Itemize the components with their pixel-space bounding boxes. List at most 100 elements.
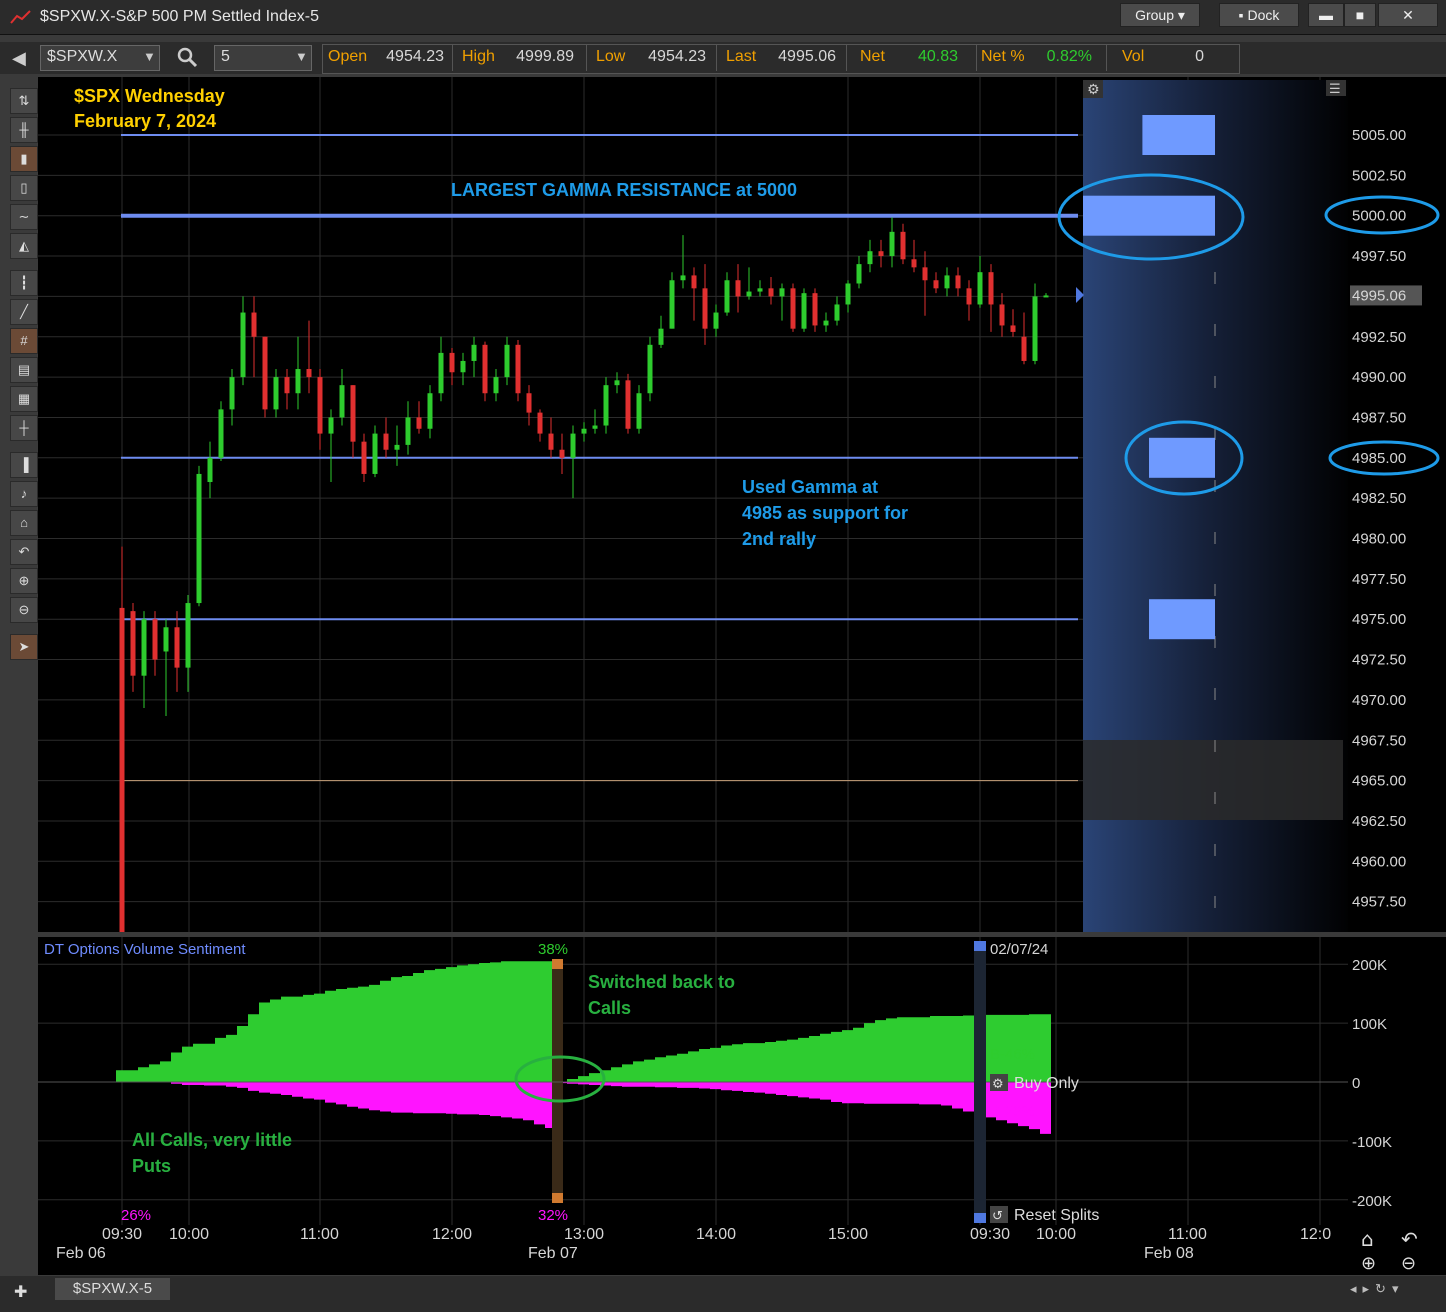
- area-style-icon[interactable]: ◭: [10, 233, 38, 259]
- time-label: 09:30: [102, 1226, 142, 1243]
- annotation-gamma-support-1: Used Gamma at: [742, 477, 878, 497]
- time-label: 10:00: [169, 1226, 209, 1243]
- candle-body: [856, 264, 862, 284]
- candle-body: [284, 377, 290, 394]
- price-axis-label: 5005.00: [1352, 127, 1406, 144]
- netpct-label: Net %: [981, 48, 1025, 65]
- split-icon[interactable]: ┼: [10, 415, 38, 441]
- candle-body: [878, 251, 884, 257]
- sentiment-axis-label: -200K: [1352, 1193, 1392, 1210]
- split-handle-bottom[interactable]: [974, 1213, 986, 1223]
- hollow-candle-icon[interactable]: ▯: [10, 175, 38, 201]
- candle-body: [944, 275, 950, 289]
- symbol-input[interactable]: $SPXW.X ▼: [40, 45, 160, 71]
- tab-spxw[interactable]: $SPXW.X-5: [55, 1278, 170, 1300]
- open-label: Open: [328, 48, 368, 65]
- candle-body: [130, 611, 136, 676]
- price-chart[interactable]: 5005.00 5002.50 5000.00 4997.50 4995.06 4992.…: [38, 77, 1446, 932]
- note-icon[interactable]: ♪: [10, 481, 38, 507]
- indicator-title: DT Options Volume Sentiment: [44, 941, 246, 958]
- candle-body: [196, 473, 202, 604]
- zoom-out-icon[interactable]: ⊖: [10, 597, 38, 623]
- high-label: High: [462, 48, 495, 65]
- scroll-end-icon[interactable]: ▐: [10, 452, 38, 478]
- zoom-out-icon[interactable]: ⊖: [1401, 1253, 1416, 1274]
- zoom-in-icon[interactable]: ⊕: [1361, 1253, 1376, 1274]
- net-label: Net: [860, 48, 885, 65]
- candle-body: [141, 619, 147, 676]
- chart-title: $SPX Wednesday: [74, 86, 225, 106]
- candle-body: [790, 288, 796, 329]
- line-style-icon[interactable]: ∼: [10, 204, 38, 230]
- undo-icon[interactable]: ↶: [1401, 1227, 1418, 1251]
- zoom-in-icon[interactable]: ⊕: [10, 568, 38, 594]
- candlestick-style-icon[interactable]: ▮: [10, 146, 38, 172]
- gear-icon: ⚙: [992, 1077, 1004, 1092]
- search-icon[interactable]: [176, 46, 198, 68]
- candle-body: [174, 627, 180, 668]
- candle-body: [757, 288, 763, 292]
- volume-profile-icon[interactable]: ┇: [10, 270, 38, 296]
- time-label: 14:00: [696, 1226, 736, 1243]
- buy-only-label: Buy Only: [1014, 1075, 1079, 1092]
- gamma-bar: [1142, 115, 1215, 155]
- home-icon[interactable]: ⌂: [10, 510, 38, 536]
- reset-splits-label: Reset Splits: [1014, 1207, 1099, 1224]
- candle-body: [482, 344, 488, 394]
- annotation-all-calls-1: All Calls, very little: [132, 1130, 292, 1150]
- price-axis-label: 4997.50: [1352, 248, 1406, 265]
- group-button[interactable]: Group ▾: [1120, 3, 1200, 27]
- minimize-button[interactable]: ▬: [1308, 3, 1344, 27]
- split-top-pct: 38%: [538, 941, 568, 958]
- time-label: 12:00: [432, 1226, 472, 1243]
- candle-body: [614, 380, 620, 386]
- menu-icon-glyph: ☰: [1329, 82, 1341, 97]
- split-handle-top[interactable]: [974, 941, 986, 951]
- time-label: 09:30: [970, 1226, 1010, 1243]
- trendline-icon[interactable]: ╱: [10, 299, 38, 325]
- price-axis-label: 4972.50: [1352, 652, 1406, 669]
- window-grid-icon[interactable]: ▦: [10, 386, 38, 412]
- interval-select[interactable]: 5 ▼: [214, 45, 312, 71]
- candle-body: [306, 369, 312, 378]
- bar-style-icon[interactable]: ╫: [10, 117, 38, 143]
- dock-button[interactable]: ▪ Dock: [1219, 3, 1299, 27]
- reset-icon: ↺: [992, 1209, 1003, 1224]
- price-axis-label: 5000.00: [1352, 208, 1406, 225]
- price-axis-label: 4992.50: [1352, 329, 1406, 346]
- back-arrow-icon[interactable]: ◀: [12, 48, 26, 69]
- crosshair-tool-icon[interactable]: ⇅: [10, 88, 38, 114]
- split-bar-right[interactable]: [974, 941, 986, 1223]
- candle-body: [273, 377, 279, 410]
- indicator-date: 02/07/24: [990, 941, 1048, 958]
- sentiment-panel[interactable]: 200K 100K 0 -100K -200K DT Options Volume Se…: [38, 937, 1446, 1225]
- candle-body: [559, 449, 565, 458]
- chevron-down-icon: ▾: [1177, 7, 1185, 23]
- add-tab-icon[interactable]: ✚: [14, 1282, 27, 1302]
- undo-icon[interactable]: ↶: [10, 539, 38, 565]
- candle-body: [581, 428, 587, 434]
- home-icon[interactable]: ⌂: [1361, 1227, 1374, 1251]
- sentiment-axis-label: 0: [1352, 1075, 1360, 1092]
- candle-body: [251, 312, 257, 337]
- table-icon[interactable]: ▤: [10, 357, 38, 383]
- price-axis-label: 4990.00: [1352, 369, 1406, 386]
- candle-body: [977, 272, 983, 305]
- last-label: Last: [726, 48, 757, 65]
- candle-body: [449, 352, 455, 373]
- candle-body: [669, 280, 675, 329]
- candle-body: [636, 393, 642, 429]
- candle-body: [1021, 336, 1027, 361]
- price-axis-label: 4975.00: [1352, 611, 1406, 628]
- candle-body: [240, 312, 246, 378]
- price-axis-label: 4962.50: [1352, 813, 1406, 830]
- maximize-button[interactable]: ■: [1344, 3, 1376, 27]
- grid-icon[interactable]: #: [10, 328, 38, 354]
- candle-body: [372, 433, 378, 474]
- pointer-icon[interactable]: ➤: [10, 634, 38, 660]
- close-button[interactable]: ✕: [1378, 3, 1438, 27]
- buy-only-toggle[interactable]: ⚙ Buy Only: [990, 1074, 1079, 1092]
- candle-body: [735, 280, 741, 297]
- reset-splits-button[interactable]: ↺ Reset Splits: [990, 1206, 1099, 1224]
- tab-nav-icons[interactable]: ◂▸↻▾: [1350, 1281, 1404, 1297]
